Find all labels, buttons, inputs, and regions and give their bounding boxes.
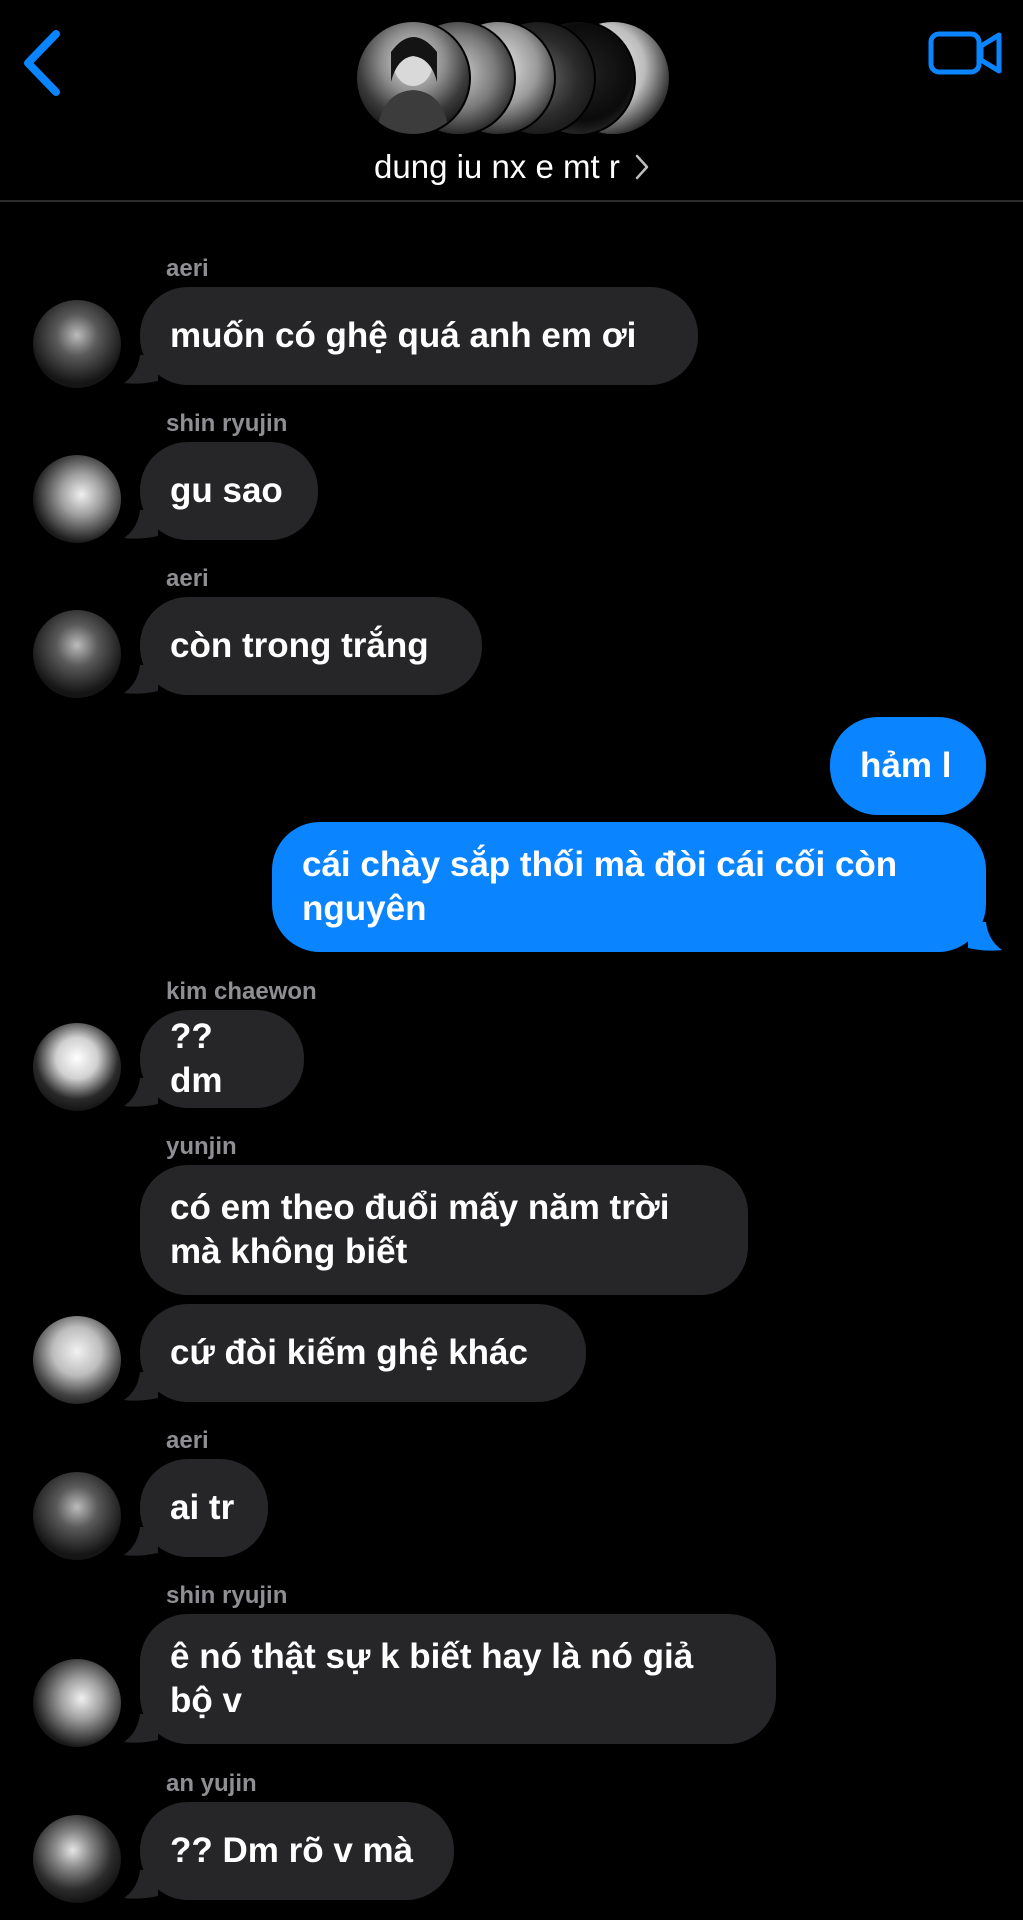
message-bubble[interactable]: ?? Dm rõ v mà (140, 1802, 454, 1900)
message-row: an yujin ?? Dm rõ v mà (0, 1770, 1023, 1905)
back-button[interactable] (18, 28, 68, 98)
avatar[interactable] (33, 455, 121, 543)
sender-name: yunjin (166, 1133, 237, 1160)
message-bubble[interactable]: hảm l (830, 717, 986, 815)
person-silhouette-icon (377, 37, 449, 134)
message-bubble[interactable]: ê nó thật sự k biết hay là nó giả bộ v (140, 1614, 776, 1744)
message-row: shin ryujin ê nó thật sự k biết hay là n… (0, 1582, 1023, 1747)
avatar[interactable] (33, 1659, 121, 1747)
message-row: aeri còn trong trắng (0, 565, 1023, 698)
video-camera-icon (928, 31, 1002, 75)
avatar[interactable] (33, 1815, 121, 1903)
chat-header: dung iu nx e mt r (0, 0, 1023, 202)
message-row: kim chaewon ?? dm (0, 978, 1023, 1111)
avatar[interactable] (33, 1472, 121, 1560)
message-bubble[interactable]: cứ đòi kiếm ghệ khác (140, 1304, 586, 1402)
message-row: shin ryujin gu sao (0, 410, 1023, 543)
sender-name: an yujin (166, 1770, 257, 1797)
sender-name: shin ryujin (166, 410, 288, 437)
message-row: cái chày sắp thối mà đòi cái cối còn ngu… (0, 822, 1023, 962)
message-row: aeri ai tr (0, 1427, 1023, 1560)
group-name-link[interactable]: dung iu nx e mt r (0, 148, 1023, 188)
message-bubble[interactable]: muốn có ghệ quá anh em ơi (140, 287, 698, 385)
avatar[interactable] (33, 1023, 121, 1111)
avatar[interactable] (33, 1316, 121, 1404)
chevron-left-icon (24, 30, 60, 96)
message-bubble[interactable]: còn trong trắng (140, 597, 482, 695)
message-bubble[interactable]: ?? dm (140, 1010, 304, 1108)
message-bubble[interactable]: có em theo đuổi mấy năm trời mà không bi… (140, 1165, 748, 1295)
sender-name: aeri (166, 255, 209, 282)
sender-name: shin ryujin (166, 1582, 288, 1609)
message-row: yunjin có em theo đuổi mấy năm trời mà k… (0, 1133, 1023, 1298)
group-member-avatar (355, 20, 471, 136)
sender-name: kim chaewon (166, 978, 317, 1005)
sender-name: aeri (166, 565, 209, 592)
message-row: hảm l (0, 717, 1023, 817)
message-bubble[interactable]: gu sao (140, 442, 318, 540)
chevron-right-icon (635, 155, 649, 180)
avatar[interactable] (33, 610, 121, 698)
message-row: aeri muốn có ghệ quá anh em ơi (0, 255, 1023, 388)
message-bubble[interactable]: ai tr (140, 1459, 268, 1557)
group-name: dung iu nx e mt r (374, 148, 620, 185)
group-avatar-stack[interactable] (355, 20, 671, 138)
avatar[interactable] (33, 300, 121, 388)
sender-name: aeri (166, 1427, 209, 1454)
bubble-tail (968, 922, 1002, 951)
video-call-button[interactable] (928, 26, 1002, 80)
message-bubble[interactable]: cái chày sắp thối mà đòi cái cối còn ngu… (272, 822, 986, 952)
message-row: cứ đòi kiếm ghệ khác (0, 1304, 1023, 1404)
